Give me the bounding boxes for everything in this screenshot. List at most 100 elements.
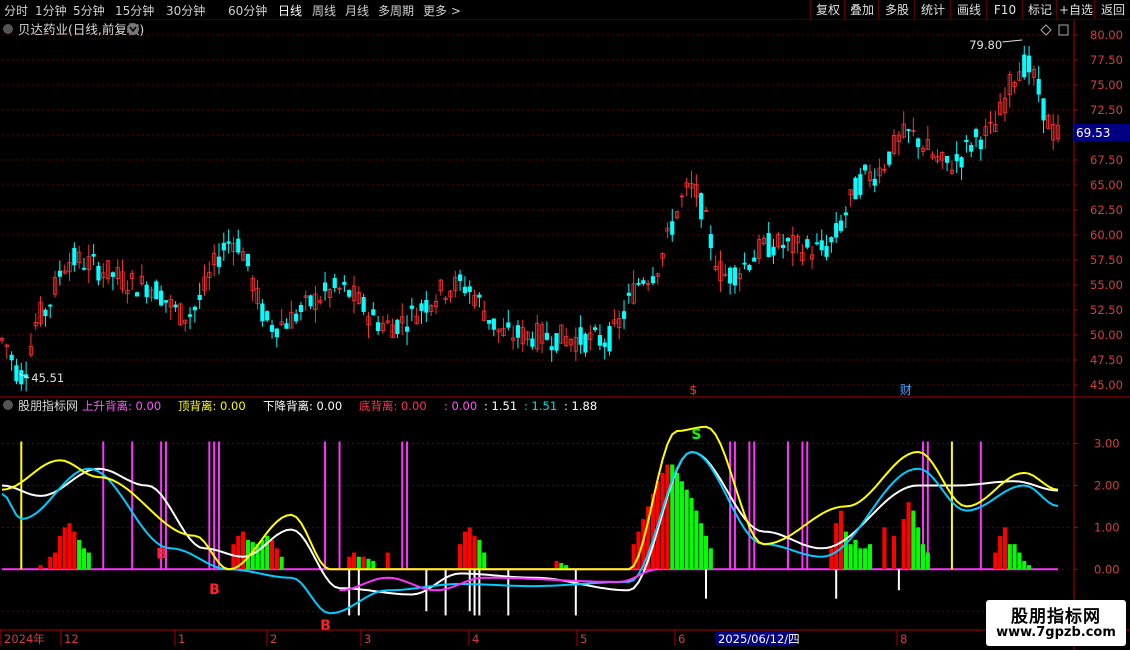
toolbar-button-2[interactable]: 多股: [878, 0, 915, 20]
candle-body: [43, 309, 48, 317]
indicator-circle-icon: [3, 400, 13, 410]
candle-body: [708, 234, 713, 249]
timeframe-8[interactable]: 月线: [345, 2, 369, 19]
green-bar: [920, 544, 926, 570]
price-tick-label: 80.00: [1090, 28, 1123, 42]
toolbar-button-6[interactable]: 标记: [1022, 0, 1057, 20]
candle-body: [57, 270, 62, 277]
indicator-series: B B B S: [1, 425, 1059, 634]
watermark-url: www.7gpzb.com: [996, 625, 1116, 640]
candle-body: [626, 292, 631, 296]
candle-body: [752, 257, 757, 262]
red-bar: [48, 556, 53, 570]
candle-body: [226, 241, 231, 244]
toolbar-button-7[interactable]: +自选: [1056, 0, 1095, 20]
watermark: 股朋指标网 www.7gpzb.com: [986, 600, 1126, 646]
timeframe-7[interactable]: 周线: [312, 2, 336, 19]
red-bar: [892, 535, 897, 570]
red-bar: [472, 535, 477, 570]
timeframe-6[interactable]: 日线: [278, 2, 302, 19]
candlestick-series: [0, 45, 1061, 392]
candle-body: [486, 319, 492, 324]
toolbar-button-0[interactable]: 复权: [810, 0, 845, 20]
candle-body: [462, 286, 468, 294]
candle-body: [602, 342, 607, 347]
watermark-title: 股朋指标网: [1011, 607, 1101, 627]
x-tick-label: 4: [472, 632, 479, 646]
red-bar: [274, 548, 279, 570]
top-toolbar: 分时 1分钟 5分钟 15分钟 30分钟 60分钟 日线 周线 月线 多周期 更多 > 复权 叠加 多股统…: [0, 0, 1130, 20]
timeframe-3[interactable]: 15分钟: [115, 2, 154, 19]
red-bar: [72, 531, 77, 570]
red-bar: [67, 523, 72, 570]
event-mark: 财: [900, 383, 912, 397]
candle-body: [583, 333, 588, 353]
candle-body: [544, 332, 549, 340]
indicator-tick-label: 1.00: [1094, 520, 1120, 534]
diamond-icon: [1040, 24, 1052, 36]
x-tick-label: 5: [580, 632, 587, 646]
axes: 45.0047.5050.0052.5055.0057.5060.0062.50…: [0, 20, 1130, 650]
indicator-line: [339, 568, 658, 592]
green-bar: [1017, 552, 1022, 570]
candle-body: [376, 322, 381, 331]
toolbar-button-5[interactable]: F10: [986, 0, 1023, 20]
candle-body: [636, 283, 641, 285]
candle-body: [838, 220, 844, 231]
candle-body: [515, 325, 521, 338]
candle-body: [834, 223, 839, 238]
toolbar-button-8[interactable]: 返回: [1094, 0, 1130, 20]
candle-body: [477, 294, 482, 298]
x-tick-label: 1: [178, 632, 185, 646]
toolbar-button-3[interactable]: 统计: [914, 0, 951, 20]
candle-body: [530, 338, 535, 347]
candle-body: [670, 221, 675, 235]
timeframe-5[interactable]: 60分钟: [228, 2, 267, 19]
candle-body: [728, 267, 733, 284]
toolbar-button-1[interactable]: 叠加: [844, 0, 879, 20]
green-bar: [853, 539, 858, 570]
red-bar: [467, 527, 472, 570]
indicator-readout: 底背离: 0.00: [359, 399, 427, 413]
candle-body: [395, 319, 400, 335]
toolbar-button-4[interactable]: 画线: [950, 0, 987, 20]
timeframe-9[interactable]: 多周期: [378, 2, 414, 19]
red-bar: [1002, 527, 1008, 570]
low-marker: 45.51: [31, 371, 64, 385]
candle-body: [506, 322, 511, 328]
red-bar: [665, 464, 670, 570]
green-bar: [1027, 565, 1032, 570]
candle-body: [72, 248, 77, 266]
green-bar: [356, 556, 361, 570]
candle-body: [747, 264, 752, 271]
candle-body: [221, 242, 226, 251]
candle-body: [781, 244, 786, 249]
red-bar: [361, 556, 366, 570]
green-bar: [689, 498, 694, 570]
indicator-tick-label: 0.00: [1094, 562, 1120, 576]
timeframe-2[interactable]: 5分钟: [73, 2, 105, 19]
timeframe-0[interactable]: 分时: [4, 2, 28, 19]
candle-body: [824, 246, 829, 257]
candle-body: [110, 272, 116, 277]
candle-body: [853, 177, 858, 200]
candle-body: [742, 262, 747, 265]
green-bar: [86, 552, 91, 570]
green-bar: [279, 556, 284, 570]
candle-body: [650, 276, 656, 284]
candle-body: [887, 151, 892, 165]
timeframe-4[interactable]: 30分钟: [166, 2, 205, 19]
timeframe-10[interactable]: 更多 >: [423, 2, 461, 19]
candle-body: [944, 155, 950, 163]
candle-body: [187, 314, 193, 317]
last-price: 69.53: [1076, 126, 1110, 140]
candle-body: [419, 303, 424, 311]
candle-body: [814, 242, 820, 245]
candle-body: [245, 253, 251, 267]
green-bar: [366, 558, 371, 570]
candle-body: [641, 280, 646, 284]
timeframe-1[interactable]: 1分钟: [35, 2, 67, 19]
red-bar: [829, 548, 834, 570]
candle-body: [906, 129, 911, 131]
x-tick-label: 6: [678, 632, 685, 646]
